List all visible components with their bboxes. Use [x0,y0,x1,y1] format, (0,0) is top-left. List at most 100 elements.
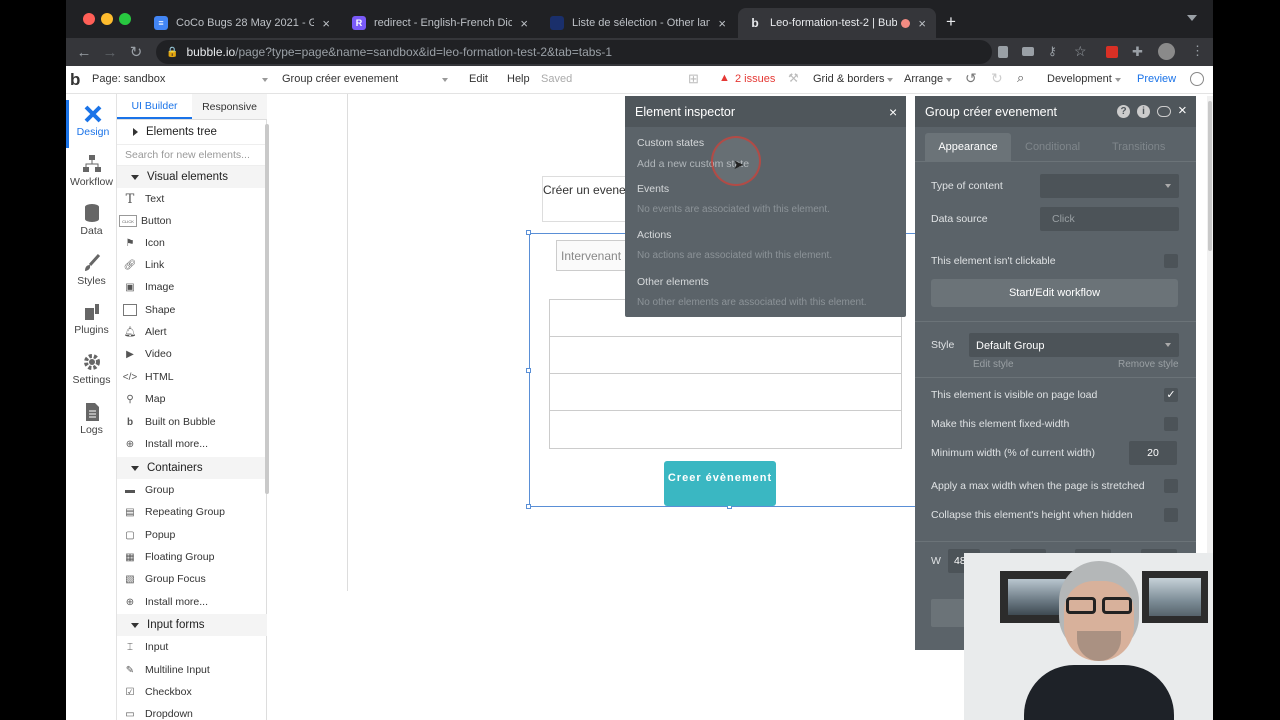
repeating-group[interactable] [549,299,902,449]
element-alert[interactable]: 🔔︎ Alert [117,321,267,343]
close-tab-icon[interactable]: × [322,16,330,31]
tab-design[interactable]: Design [66,100,117,148]
help-icon[interactable]: ? [1117,105,1130,118]
element-group-focus[interactable]: ▧ Group Focus [117,568,267,590]
max-width-checkbox[interactable] [1164,479,1178,493]
edit-style-link[interactable]: Edit style [973,359,1014,370]
arrange-menu[interactable]: Arrange [904,73,943,85]
element-search-input[interactable]: Search for new elements... [117,144,267,166]
extensions-puzzle-icon[interactable]: ✚ [1132,44,1143,60]
gift-icon[interactable]: ⊞ [688,71,699,87]
element-shape[interactable]: Shape [117,299,267,321]
element-multiline-input[interactable]: ✎ Multiline Input [117,659,267,681]
element-dropdown[interactable]: ▭ Dropdown [117,703,267,720]
tab-conditional[interactable]: Conditional [1025,141,1080,153]
browser-tab-active[interactable]: b Leo-formation-test-2 | Bub × [738,8,936,38]
account-icon[interactable] [1190,72,1204,86]
close-icon[interactable]: × [889,104,897,120]
browser-tab[interactable]: ≡ CoCo Bugs 28 May 2021 - Goo × [144,8,340,38]
key-icon[interactable]: ⚷ [1048,44,1057,58]
visible-on-load-checkbox[interactable]: ✓ [1164,388,1178,402]
elements-tree-toggle[interactable]: Elements tree [117,121,267,143]
element-selector[interactable]: Group créer evenement [282,73,398,85]
minimize-window-button[interactable] [101,13,113,25]
tab-data[interactable]: Data [66,199,117,247]
page-selector[interactable]: Page: sandbox [92,73,165,85]
min-width-input[interactable]: 20 [1129,441,1177,465]
tab-ui-builder[interactable]: UI Builder [117,94,192,119]
tab-logs[interactable]: Logs [66,398,117,446]
start-edit-workflow-button[interactable]: Start/Edit workflow [931,279,1178,307]
comment-icon[interactable] [1157,106,1171,117]
install-more-containers[interactable]: ⊕ Install more... [117,591,267,613]
undo-icon[interactable]: ↺ [965,70,977,87]
resize-handle[interactable] [526,504,531,509]
redo-icon[interactable]: ↻ [991,70,1003,87]
resize-handle[interactable] [526,230,531,235]
element-image[interactable]: ▣ Image [117,276,267,298]
version-selector[interactable]: Development [1047,73,1112,85]
visual-elements-section[interactable]: Visual elements [117,166,267,188]
preview-button[interactable]: Preview [1137,73,1176,85]
forward-icon[interactable]: → [100,42,120,62]
issues-button[interactable]: 2 issues [735,73,775,85]
install-more-visual[interactable]: ⊕ Install more... [117,433,267,455]
search-icon[interactable]: ⌕ [1017,70,1024,86]
creer-evenement-button[interactable]: Creer évènement [664,461,776,506]
element-html[interactable]: </> HTML [117,366,267,388]
element-video[interactable]: ▶ Video [117,343,267,365]
element-text[interactable]: T Text [117,188,267,210]
element-button[interactable]: CLICK Button [117,210,267,232]
chevron-down-icon[interactable] [262,78,268,82]
element-icon[interactable]: ⚑ Icon [117,232,267,254]
camera-blocked-icon[interactable] [998,46,1008,58]
video-icon[interactable] [1022,47,1034,56]
help-menu[interactable]: Help [507,73,530,85]
element-built-on-bubble[interactable]: b Built on Bubble [117,411,267,433]
browser-tab[interactable]: Liste de sélection - Other langu × [540,8,736,38]
element-group[interactable]: ▬ Group [117,479,267,501]
tab-workflow[interactable]: Workflow [66,150,117,198]
close-tab-icon[interactable]: × [718,16,726,31]
edit-menu[interactable]: Edit [469,73,488,85]
data-source-field[interactable]: Click [1040,207,1179,231]
bubble-logo-icon[interactable]: b [70,70,88,89]
remove-style-link[interactable]: Remove style [1118,359,1179,370]
close-tab-icon[interactable]: × [918,16,926,31]
tab-search-icon[interactable] [1187,15,1197,21]
tab-plugins[interactable]: Plugins [66,298,117,346]
element-popup[interactable]: ▢ Popup [117,524,267,546]
tab-settings[interactable]: Settings [66,348,117,396]
type-of-content-dropdown[interactable] [1040,174,1179,198]
grid-borders-menu[interactable]: Grid & borders [813,73,885,85]
resize-handle[interactable] [526,368,531,373]
not-clickable-checkbox[interactable] [1164,254,1178,268]
browser-tab[interactable]: R redirect - English-French Dictio × [342,8,538,38]
element-floating-group[interactable]: ▦ Floating Group [117,546,267,568]
containers-section[interactable]: Containers [117,457,267,479]
back-icon[interactable]: ← [74,42,94,62]
tab-responsive[interactable]: Responsive [192,94,267,119]
maximize-window-button[interactable] [119,13,131,25]
collapse-height-checkbox[interactable] [1164,508,1178,522]
hammer-icon[interactable]: ⚒ [788,71,799,85]
input-forms-section[interactable]: Input forms [117,614,267,636]
browser-menu-icon[interactable]: ⋮ [1191,43,1204,59]
tab-appearance[interactable]: Appearance [925,133,1011,161]
element-checkbox[interactable]: ☑ Checkbox [117,681,267,703]
close-icon[interactable]: × [1178,102,1187,119]
close-window-button[interactable] [83,13,95,25]
element-repeating-group[interactable]: ▤ Repeating Group [117,501,267,523]
tab-transitions[interactable]: Transitions [1112,141,1165,153]
chevron-down-icon[interactable] [442,78,448,82]
close-tab-icon[interactable]: × [520,16,528,31]
fixed-width-checkbox[interactable] [1164,417,1178,431]
reload-icon[interactable]: ↻ [126,42,146,62]
bookmark-star-icon[interactable]: ☆ [1074,43,1087,60]
panel-scrollbar[interactable] [265,124,269,494]
element-input[interactable]: ⌶ Input [117,636,267,658]
new-tab-icon[interactable]: + [946,12,956,32]
element-link[interactable]: 🔗︎ Link [117,254,267,276]
url-field[interactable]: 🔒 bubble.io/page?type=page&name=sandbox&… [156,40,992,64]
tab-styles[interactable]: Styles [66,249,117,297]
